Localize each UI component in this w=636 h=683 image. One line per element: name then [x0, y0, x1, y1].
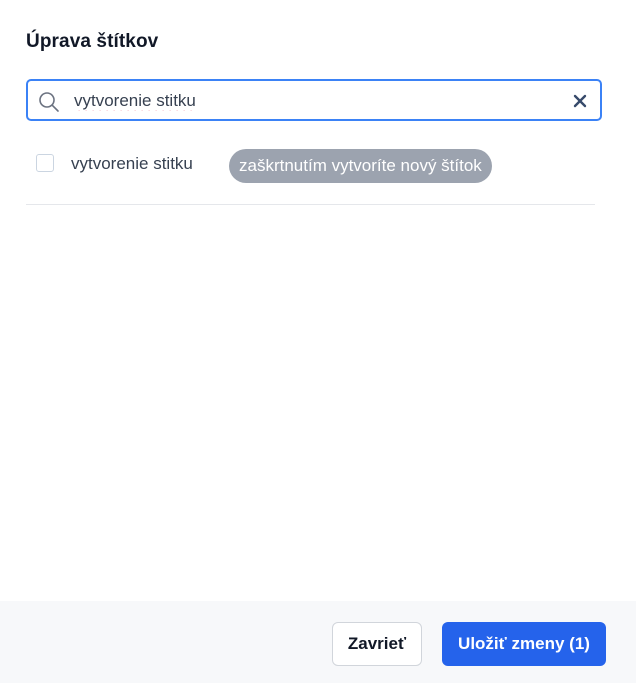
divider — [26, 204, 595, 205]
create-tag-option[interactable]: vytvorenie stitku zaškrtnutím vytvoríte … — [26, 148, 596, 184]
save-changes-button[interactable]: Uložiť zmeny (1) — [442, 622, 606, 666]
dialog-footer: Zavrieť Uložiť zmeny (1) — [0, 601, 636, 683]
edit-tags-dialog: Úprava štítkov vytvorenie stitku zaškrtn… — [0, 0, 636, 683]
dialog-title: Úprava štítkov — [26, 31, 159, 52]
close-button[interactable]: Zavrieť — [332, 622, 422, 666]
create-tag-hint-badge: zaškrtnutím vytvoríte nový štítok — [229, 149, 492, 183]
close-icon[interactable] — [573, 94, 587, 108]
create-tag-checkbox[interactable] — [36, 154, 54, 172]
option-label: vytvorenie stitku — [71, 154, 193, 173]
search-icon — [38, 91, 60, 113]
search-box[interactable] — [26, 79, 602, 121]
search-input[interactable] — [74, 88, 554, 114]
